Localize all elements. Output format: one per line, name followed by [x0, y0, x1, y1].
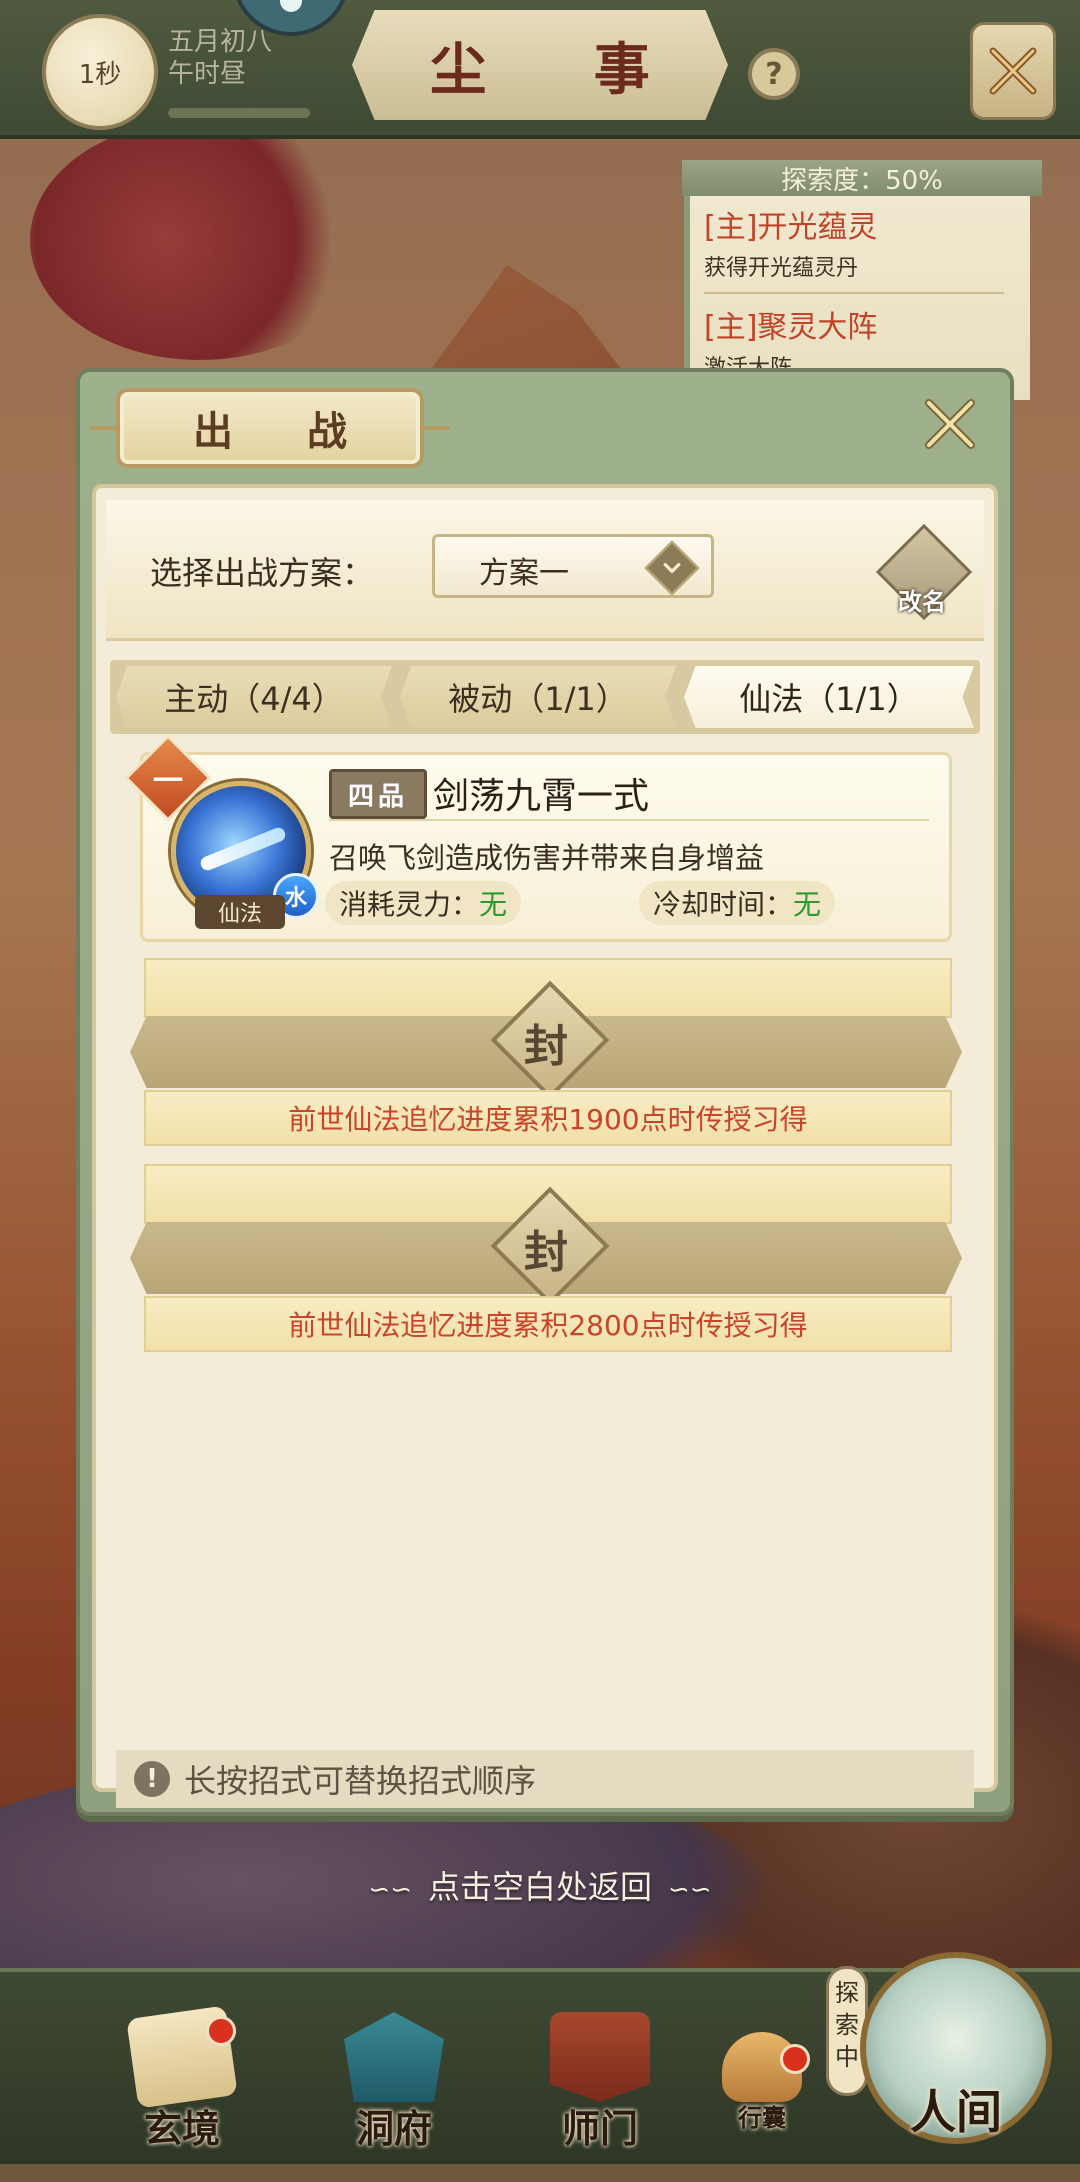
plan-select-value: 方案一	[479, 556, 569, 591]
modal-title: 出 战	[193, 408, 377, 455]
unlock-requirement: 前世仙法追忆进度累积1900点时传授习得	[144, 1090, 952, 1146]
chevron-down-icon	[644, 540, 700, 596]
quest-title: [主]开光蕴灵	[704, 210, 878, 245]
time-progress-bar	[168, 108, 310, 118]
quest-title: [主]聚灵大阵	[704, 310, 878, 345]
notification-dot	[780, 2044, 810, 2074]
skill-description: 召唤飞剑造成伤害并带来自身增益	[329, 841, 765, 875]
help-button[interactable]: ?	[748, 48, 800, 100]
tap-to-return-hint[interactable]: 点击空白处返回	[0, 1862, 1080, 1908]
nav-label: 师门	[561, 2106, 638, 2151]
tab-label: 仙法（1/1）	[739, 680, 919, 718]
top-bar: 1秒 五月初八 午时昼 尘 事 ?	[0, 0, 1080, 139]
world-label: 人间	[910, 2085, 1002, 2139]
nav-label: 行囊	[738, 2103, 786, 2132]
rename-button[interactable]: 改名	[875, 523, 973, 621]
unlock-requirement: 前世仙法追忆进度累积2800点时传授习得	[144, 1296, 952, 1352]
banner-icon	[550, 2012, 650, 2102]
battle-modal: 出 战 选择出战方案： 方案一 改名 主动（4/4） 被动（1/1） 仙法（1/…	[76, 368, 1014, 1816]
timer-clock[interactable]: 1秒	[42, 14, 158, 130]
modal-title-plate: 出 战	[90, 388, 450, 468]
cost-value: 无	[479, 888, 508, 921]
skill-cooldown: 冷却时间： 无	[639, 881, 836, 925]
cost-label: 消耗灵力：	[339, 888, 480, 921]
game-date: 五月初八 午时昼	[168, 26, 272, 90]
skill-type-badge: 仙法	[195, 895, 285, 929]
reorder-hint: ! 长按招式可替换招式顺序	[116, 1750, 974, 1808]
skill-cost: 消耗灵力： 无	[325, 881, 522, 925]
nav-item-renjian[interactable]: 人间	[860, 1952, 1052, 2144]
page-title: 尘 事	[430, 36, 694, 103]
tab-passive-skills[interactable]: 被动（1/1）	[400, 666, 676, 728]
quest-desc: 获得开光蕴灵丹	[704, 256, 859, 281]
modal-body: 选择出战方案： 方案一 改名 主动（4/4） 被动（1/1） 仙法（1/1） 一…	[92, 484, 998, 1808]
exploration-panel: 探索度：50% [主]开光蕴灵 获得开光蕴灵丹 [主]聚灵大阵 激活大阵	[682, 160, 1042, 400]
modal-close-button[interactable]	[920, 394, 980, 454]
notification-dot	[206, 2016, 236, 2046]
tab-spells[interactable]: 仙法（1/1）	[684, 666, 974, 728]
quest-item[interactable]: [主]开光蕴灵 获得开光蕴灵丹	[704, 202, 877, 282]
locked-slot[interactable]: 封 前世仙法追忆进度累积2800点时传授习得	[130, 1164, 962, 1352]
locked-slot[interactable]: 封 前世仙法追忆进度累积1900点时传授习得	[130, 958, 962, 1146]
nav-item-dongfu[interactable]: 洞府	[334, 2012, 454, 2162]
seal-glyph: 封	[524, 1227, 568, 1278]
nav-label: 洞府	[355, 2106, 432, 2151]
plan-row: 选择出战方案： 方案一 改名	[106, 500, 984, 641]
nav-label: 玄境	[143, 2106, 220, 2151]
seal-glyph: 封	[524, 1021, 568, 1072]
timer-text: 1秒	[78, 59, 122, 90]
date-line: 五月初八	[168, 27, 273, 57]
slot-number: 一	[153, 764, 183, 799]
skill-name: 剑荡九霄一式	[433, 776, 650, 817]
cooldown-label: 冷却时间：	[653, 888, 794, 921]
tab-label: 被动（1/1）	[448, 680, 628, 718]
exploration-progress[interactable]: 探索度：50%	[682, 160, 1042, 196]
skill-card[interactable]: 一 水 仙法 四品 剑荡九霄一式 召唤飞剑造成伤害并带来自身增益 消耗灵力： 无…	[124, 734, 952, 942]
skill-grade: 四品	[329, 769, 427, 819]
close-icon	[989, 47, 1037, 95]
close-icon	[925, 399, 975, 449]
tap-to-return-label: 点击空白处返回	[427, 1868, 652, 1906]
pavilion-icon	[344, 2012, 444, 2102]
top-close-button[interactable]	[970, 22, 1056, 120]
exploration-progress-label: 探索度：50%	[781, 165, 943, 196]
nav-item-shimen[interactable]: 师门	[540, 2012, 660, 2162]
plan-select[interactable]: 方案一	[432, 534, 714, 598]
plan-label: 选择出战方案：	[150, 554, 375, 592]
hint-text: 长按招式可替换招式顺序	[184, 1762, 537, 1800]
tab-active-skills[interactable]: 主动（4/4）	[116, 666, 392, 728]
time-line: 午时昼	[168, 59, 247, 89]
skill-tabs: 主动（4/4） 被动（1/1） 仙法（1/1）	[110, 660, 980, 734]
info-icon: !	[134, 1761, 170, 1797]
rename-label: 改名	[898, 588, 946, 616]
divider	[329, 819, 929, 821]
page-title-plate: 尘 事	[352, 10, 728, 120]
divider	[704, 292, 1004, 294]
help-icon: ?	[765, 56, 783, 92]
cooldown-value: 无	[793, 888, 822, 921]
flying-sword-icon	[198, 825, 288, 873]
tab-label: 主动（4/4）	[164, 680, 344, 718]
